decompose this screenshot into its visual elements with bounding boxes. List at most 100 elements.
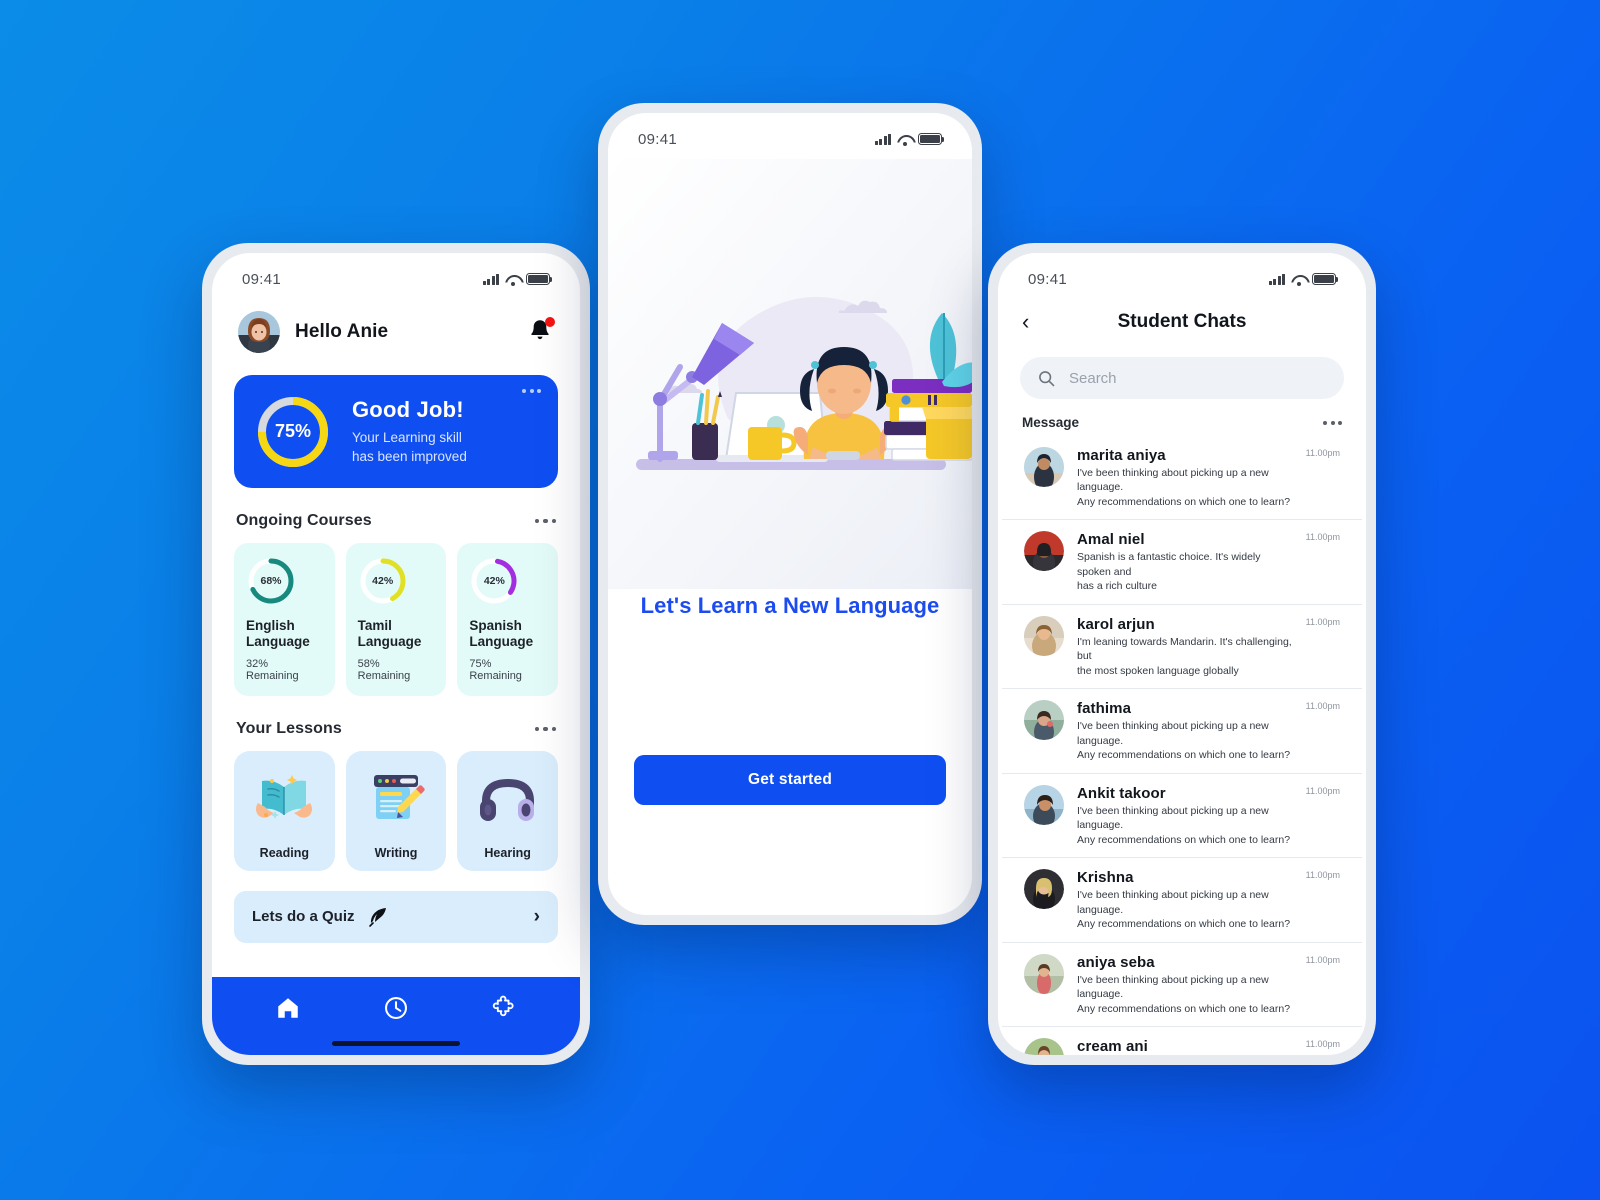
message-label: Message [1022,415,1080,430]
chat-list-item[interactable]: marita aniya I've been thinking about pi… [1002,436,1362,521]
your-lessons-title: Your Lessons [236,719,342,737]
chat-snippet-line2: has a rich culture [1077,580,1157,593]
message-more-icon[interactable] [1323,420,1342,425]
status-time: 09:41 [638,130,678,148]
chat-name: Krishna [1077,869,1134,887]
onboarding-illustration [608,159,972,589]
course-card-english[interactable]: 68% English Language 32% Remaining [234,543,335,696]
status-bar-chats: 09:41 [998,253,1366,299]
chats-header: ‹ Student Chats [998,299,1366,339]
get-started-button[interactable]: Get started [634,755,946,805]
chat-name: fathima [1077,700,1132,718]
chat-list-item[interactable]: cream ani I've been thinking about picki… [1002,1027,1362,1055]
chat-timestamp: 11.00pm [1305,785,1340,796]
chat-snippet-line2: Any recommendations on which one to lear… [1077,918,1291,931]
lesson-card-reading[interactable]: Reading [234,750,335,871]
chat-list-item[interactable]: Amal niel Spanish is a fantastic choice.… [1002,520,1362,605]
chat-name: marita aniya [1077,447,1166,464]
chat-snippet-line2: Any recommendations on which one to lear… [1077,495,1291,508]
course-name-line1: Spanish [469,618,522,633]
lesson-card-hearing[interactable]: Hearing [457,750,559,871]
lesson-label-writing: Writing [374,845,418,860]
chat-snippet-line2: the most spoken language globally [1077,664,1239,677]
ongoing-courses-title: Ongoing Courses [236,512,372,529]
course-name-line2: Language [357,634,422,650]
home-icon [278,997,298,1018]
phone-chats: 09:41 ‹ Student Chats Message [988,243,1376,1065]
lesson-list: Reading Writing Hearing [212,750,580,871]
chat-timestamp: 11.00pm [1305,870,1340,881]
chat-snippet-line2: Any recommendations on which one to lear… [1077,1002,1291,1015]
onboarding-title: Let's Learn a New Language [640,593,940,618]
course-name-line1: Tamil [357,618,392,633]
status-icons [482,273,553,286]
search-input[interactable] [1069,369,1326,387]
chat-list-item[interactable]: aniya seba I've been thinking about pick… [1002,943,1362,1028]
progress-card-title: Good Job! [352,397,464,423]
chat-content: aniya seba I've been thinking about pick… [1077,954,1340,1016]
chat-snippet-line1: I've been thinking about picking up a ne… [1077,720,1269,747]
progress-card-more-icon[interactable] [522,389,541,393]
chat-list: marita aniya I've been thinking about pi… [998,436,1366,1055]
avatar[interactable] [238,311,280,353]
chat-snippet: I've been thinking about picking up a ne… [1077,719,1296,762]
greeting-text: Hello Anie [295,321,389,342]
chat-content: Krishna I've been thinking about picking… [1077,869,1340,931]
nav-item-puzzle[interactable] [491,995,517,1026]
quiz-label: Lets do a Quiz [252,908,355,926]
chat-list-item[interactable]: karol arjun I'm leaning towards Mandarin… [1002,605,1362,690]
chat-timestamp: 11.00pm [1305,616,1340,627]
progress-card[interactable]: 75% Good Job! Your Learning skill has be… [234,375,558,488]
chat-content: Ankit takoor I've been thinking about pi… [1077,785,1340,847]
lesson-label-reading: Reading [259,845,309,860]
progress-subtitle-line1: Your Learning skill [352,430,462,446]
back-button[interactable]: ‹ [1022,311,1029,333]
nav-item-home[interactable] [275,995,301,1026]
progress-percent: 75% [274,421,312,441]
quiz-banner[interactable]: Lets do a Quiz › [234,890,558,943]
battery-icon [526,273,553,285]
course-name-line1: English [246,618,295,633]
chat-list-item[interactable]: fathima I've been thinking about picking… [1002,689,1362,774]
your-lessons-header: Your Lessons [212,720,580,738]
chat-list-item[interactable]: Ankit takoor I've been thinking about pi… [1002,774,1362,859]
course-percent-spanish: 42% [483,575,505,587]
chevron-right-icon[interactable]: › [534,907,540,926]
wifi-icon [505,274,520,286]
onboarding-screen: 09:41 Let's Learn a New Language Get sta… [608,113,972,915]
chat-snippet: I've been thinking about picking up a ne… [1077,466,1296,509]
ongoing-courses-more-icon[interactable] [534,518,556,524]
chat-content: Amal niel Spanish is a fantastic choice.… [1077,531,1340,593]
course-card-spanish[interactable]: 42% Spanish Language 75% Remaining [457,543,559,696]
chat-name: aniya seba [1077,953,1155,971]
message-section-header: Message [998,415,1366,430]
course-name-english: English Language [246,618,323,651]
search-bar[interactable] [1020,357,1344,399]
notepad-pencil-icon [346,751,447,846]
chats-screen: 09:41 ‹ Student Chats Message [998,253,1366,1055]
status-icons [874,133,945,146]
chat-snippet-line2: Any recommendations on which one to lear… [1077,749,1291,762]
course-remaining-tamil: 58% Remaining [357,657,411,682]
course-remaining-spanish: 75% Remaining [469,657,522,682]
your-lessons-more-icon[interactable] [534,726,556,732]
course-name-line2: Language [469,634,534,650]
chat-timestamp: 11.00pm [1305,954,1340,965]
avatar [1024,531,1064,572]
chat-content: karol arjun I'm leaning towards Mandarin… [1077,616,1340,678]
notification-button[interactable] [528,317,555,346]
home-indicator [332,1041,460,1046]
lesson-card-writing[interactable]: Writing [345,750,447,871]
course-card-tamil[interactable]: 42% Tamil Language 58% Remaining [345,543,447,696]
cellular-signal-icon [482,273,499,285]
chat-snippet-line1: I've been thinking about picking up a ne… [1077,467,1269,494]
chat-snippet-line2: Any recommendations on which one to lear… [1077,833,1291,846]
course-ring-tamil: 42% [358,556,408,606]
avatar [1024,953,1064,994]
notification-badge [545,317,555,327]
nav-item-history[interactable] [383,995,409,1026]
status-bar-home: 09:41 [212,253,580,299]
course-ring-spanish: 42% [469,556,519,606]
home-header: Hello Anie [212,299,580,353]
chat-list-item[interactable]: Krishna I've been thinking about picking… [1002,858,1362,943]
